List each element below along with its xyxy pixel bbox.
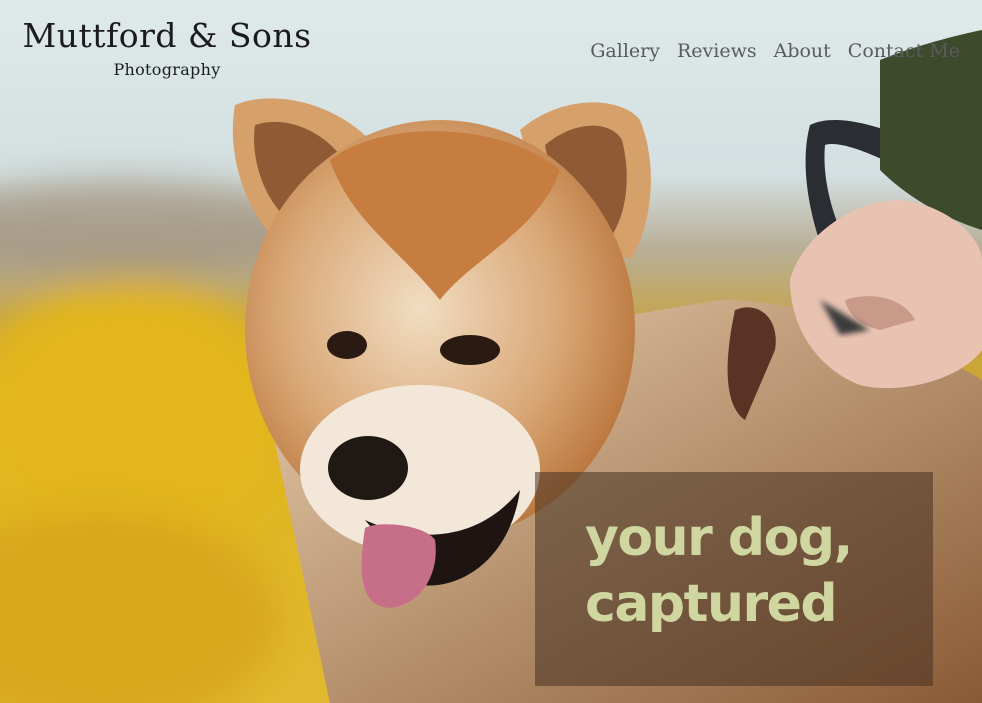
nav-link-contact[interactable]: Contact Me: [848, 40, 960, 62]
tagline-line-2: captured: [585, 574, 838, 634]
main-nav: Gallery Reviews About Contact Me: [590, 40, 960, 62]
hero-tagline: your dog, captured: [585, 505, 915, 637]
tagline-line-1: your dog,: [585, 508, 853, 568]
brand-title[interactable]: Muttford & Sons: [16, 14, 318, 58]
nav-link-about[interactable]: About: [774, 40, 831, 62]
nav-link-gallery[interactable]: Gallery: [590, 40, 660, 62]
brand-subtitle: Photography: [113, 60, 221, 79]
nav-link-reviews[interactable]: Reviews: [677, 40, 757, 62]
brand[interactable]: Muttford & Sons Photography: [16, 14, 318, 79]
